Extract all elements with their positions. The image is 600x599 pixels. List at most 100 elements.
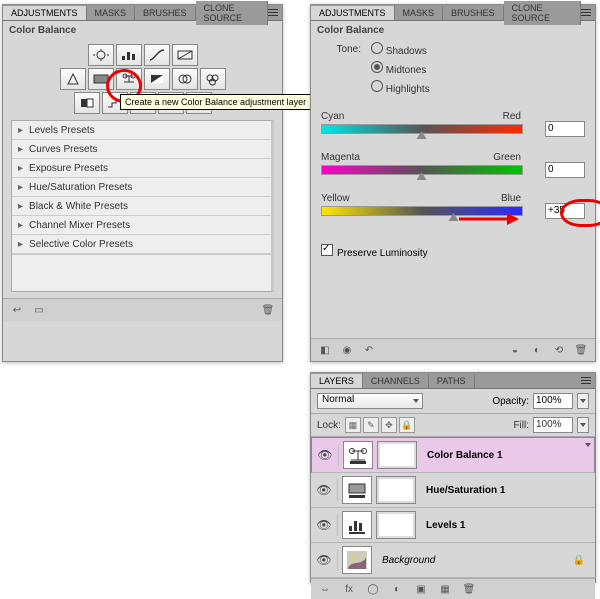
slider-value-input[interactable]: 0: [545, 162, 585, 178]
slider-knob[interactable]: [417, 131, 428, 140]
preserve-luminosity-label: Preserve Luminosity: [337, 248, 428, 259]
slider-knob[interactable]: [449, 213, 460, 222]
hue-saturation-icon[interactable]: [88, 68, 114, 90]
trash-icon[interactable]: 🗑: [573, 343, 589, 357]
curves-icon[interactable]: [144, 44, 170, 66]
preset-label: Curves Presets: [29, 144, 97, 155]
preset-row[interactable]: ▸Exposure Presets: [12, 159, 271, 178]
photo-filter-icon[interactable]: [172, 68, 198, 90]
preset-label: Hue/Saturation Presets: [29, 182, 132, 193]
layer-row[interactable]: 👁Levels 1: [311, 508, 595, 543]
fx-icon[interactable]: fx: [341, 582, 357, 596]
exposure-icon[interactable]: [172, 44, 198, 66]
fill-slider-toggle[interactable]: [577, 417, 589, 433]
preset-row[interactable]: ▸Channel Mixer Presets: [12, 216, 271, 235]
reset-arrow-icon[interactable]: ↶: [361, 343, 377, 357]
visibility-eye-icon[interactable]: 👁: [315, 553, 333, 567]
preset-label: Black & White Presets: [29, 201, 128, 212]
preset-label: Selective Color Presets: [29, 239, 133, 250]
fill-label: Fill:: [513, 420, 529, 431]
prev-icon[interactable]: ◐: [529, 343, 545, 357]
tone-midtones[interactable]: Midtones: [371, 61, 426, 76]
tab-adjustments[interactable]: ADJUSTMENTS: [3, 6, 87, 20]
channel-mixer-icon[interactable]: [200, 68, 226, 90]
tone-highlights[interactable]: Highlights: [371, 80, 430, 95]
preset-row[interactable]: ▸Black & White Presets: [12, 197, 271, 216]
invert-icon[interactable]: [74, 92, 100, 114]
tone-label: Tone:: [321, 44, 361, 55]
reset-icon[interactable]: ⟲: [551, 343, 567, 357]
tab-clonesrc[interactable]: CLONE SOURCE: [196, 1, 268, 25]
fill-input[interactable]: 100%: [533, 417, 573, 433]
panel-menu-icon[interactable]: [581, 377, 591, 384]
opacity-input[interactable]: 100%: [533, 393, 573, 409]
group-icon[interactable]: ▣: [413, 582, 429, 596]
tab-masks[interactable]: MASKS: [87, 6, 136, 20]
slider-knob[interactable]: [417, 172, 428, 181]
panel-menu-icon[interactable]: [581, 9, 591, 16]
blend-mode-select[interactable]: Normal: [317, 393, 423, 409]
slider-track[interactable]: [321, 206, 523, 216]
slider-track[interactable]: [321, 165, 523, 175]
layer-thumb[interactable]: [342, 476, 372, 504]
slider-value-input[interactable]: +35: [545, 203, 585, 219]
tab-layers[interactable]: LAYERS: [311, 374, 363, 388]
preset-label: Levels Presets: [29, 125, 95, 136]
eye-icon[interactable]: ◉: [339, 343, 355, 357]
link-icon[interactable]: ⇔: [317, 582, 333, 596]
layer-row[interactable]: 👁Hue/Saturation 1: [311, 473, 595, 508]
panel-menu-icon[interactable]: [268, 9, 278, 16]
slider-value-input[interactable]: 0: [545, 121, 585, 137]
levels-icon[interactable]: [116, 44, 142, 66]
trash-icon[interactable]: 🗑: [461, 582, 477, 596]
layer-stack: 👁Color Balance 1👁Hue/Saturation 1👁Levels…: [311, 437, 595, 578]
layer-mask-thumb[interactable]: [376, 511, 416, 539]
view-icon[interactable]: ◧: [317, 343, 333, 357]
vibrance-icon[interactable]: [60, 68, 86, 90]
visibility-eye-icon[interactable]: 👁: [315, 518, 333, 532]
tab-paths[interactable]: PATHS: [429, 374, 475, 388]
clip-icon[interactable]: ◒: [507, 343, 523, 357]
layer-thumb[interactable]: [343, 441, 373, 469]
tab-adjustments[interactable]: ADJUSTMENTS: [311, 6, 395, 20]
tab-masks[interactable]: MASKS: [395, 6, 444, 20]
visibility-eye-icon[interactable]: 👁: [315, 483, 333, 497]
slider-left-label: Cyan: [321, 111, 344, 122]
lock-label: Lock:: [317, 420, 341, 431]
slider-right-label: Red: [503, 111, 521, 122]
lock-all-icon[interactable]: 🔒: [399, 417, 415, 433]
preset-row[interactable]: ▸Hue/Saturation Presets: [12, 178, 271, 197]
view-toggle-icon[interactable]: ▭: [31, 303, 47, 317]
layer-thumb[interactable]: [342, 511, 372, 539]
layer-row[interactable]: 👁Background🔒: [311, 543, 595, 578]
tab-brushes[interactable]: BRUSHES: [443, 6, 504, 20]
tab-brushes[interactable]: BRUSHES: [135, 6, 196, 20]
layer-thumb[interactable]: [342, 546, 372, 574]
layer-mask-thumb[interactable]: [377, 441, 417, 469]
slider-track[interactable]: [321, 124, 523, 134]
opacity-slider-toggle[interactable]: [577, 393, 589, 409]
visibility-eye-icon[interactable]: 👁: [316, 448, 334, 462]
brightness-contrast-icon[interactable]: [88, 44, 114, 66]
preset-row[interactable]: ▸ Levels Presets: [12, 121, 271, 140]
arrow-left-icon[interactable]: ↩: [9, 303, 25, 317]
preserve-luminosity-row[interactable]: Preserve Luminosity: [311, 230, 595, 259]
mask-icon[interactable]: ◯: [365, 582, 381, 596]
black-white-icon[interactable]: [144, 68, 170, 90]
lock-transparent-icon[interactable]: ▦: [345, 417, 361, 433]
adjustment-icon[interactable]: ◐: [389, 582, 405, 596]
preset-row[interactable]: ▸Curves Presets: [12, 140, 271, 159]
blend-row: Normal Opacity: 100%: [311, 389, 595, 414]
tone-shadows[interactable]: Shadows: [371, 42, 427, 57]
preset-row[interactable]: ▸Selective Color Presets: [12, 235, 271, 254]
lock-image-icon[interactable]: ✎: [363, 417, 379, 433]
tab-clonesrc[interactable]: CLONE SOURCE: [504, 1, 581, 25]
trash-icon[interactable]: 🗑: [260, 303, 276, 317]
new-layer-icon[interactable]: ▦: [437, 582, 453, 596]
color-balance-icon[interactable]: [116, 68, 142, 90]
layer-row[interactable]: 👁Color Balance 1: [311, 437, 595, 473]
disclosure-triangle-icon: ▸: [18, 125, 23, 136]
tab-channels[interactable]: CHANNELS: [363, 374, 429, 388]
lock-position-icon[interactable]: ✥: [381, 417, 397, 433]
layer-mask-thumb[interactable]: [376, 476, 416, 504]
